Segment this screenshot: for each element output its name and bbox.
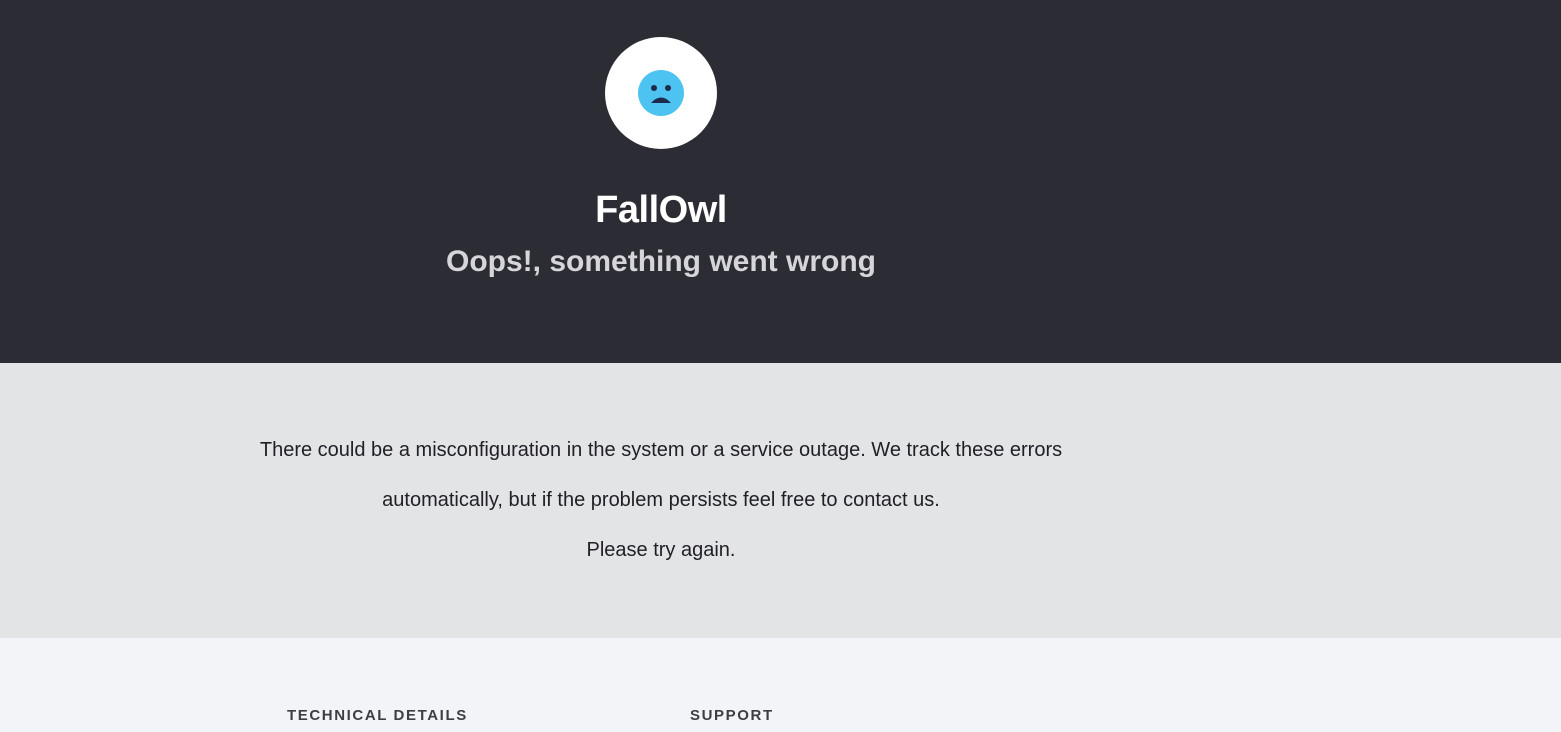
error-header: FallOwl Oops!, something went wrong [0,0,1561,363]
error-message-line: automatically, but if the problem persis… [382,489,940,511]
error-message-line: There could be a misconfiguration in the… [259,439,1063,461]
technical-details-heading: TECHNICAL DETAILS [287,707,468,724]
error-message-section: There could be a misconfiguration in the… [0,363,1561,638]
error-title: Oops!, something went wrong [446,245,876,278]
logo-badge [605,37,717,149]
footer [0,638,1561,732]
retry-prompt: Please try again. [586,539,736,561]
support-heading: SUPPORT [690,707,774,724]
sad-face-icon [638,70,684,116]
error-page: FallOwl Oops!, something went wrong Ther… [0,0,1561,732]
brand-name: FallOwl [595,189,727,231]
